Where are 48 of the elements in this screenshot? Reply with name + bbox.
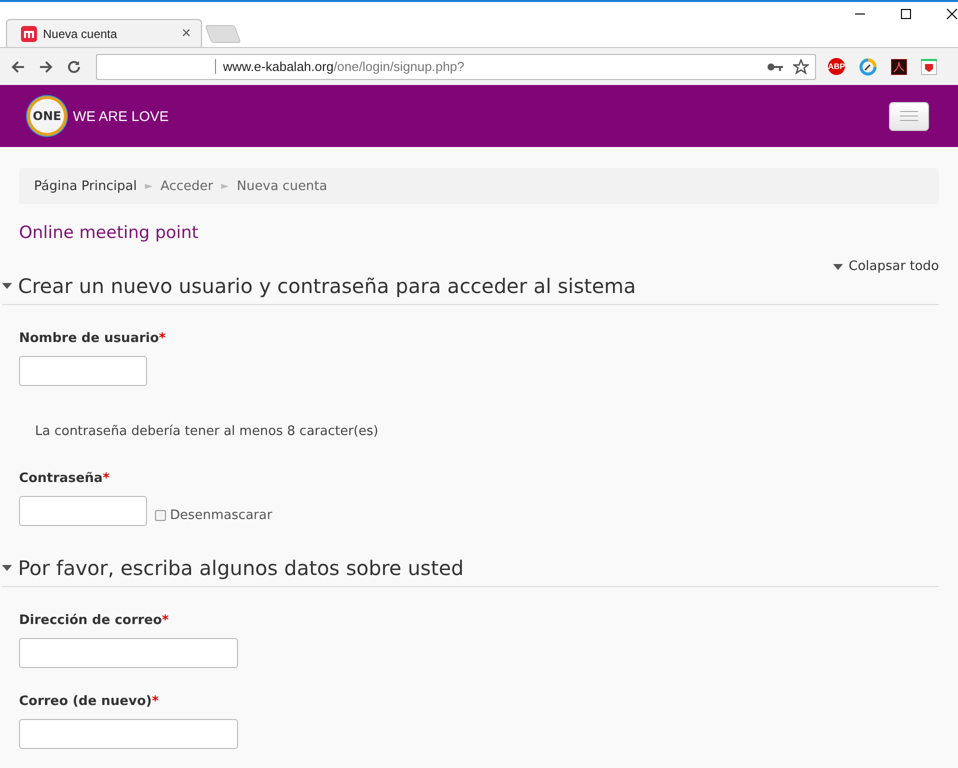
section-heading[interactable]: Crear un nuevo usuario y contraseña para acceder al sistema [18, 274, 636, 298]
site-name-link[interactable]: Online meeting point [19, 223, 939, 243]
address-bar[interactable]: www.e-kabalah.org/one/login/signup.php? [96, 54, 816, 80]
tab-title: Nueva cuenta [43, 26, 118, 40]
back-icon[interactable] [10, 58, 26, 74]
url-text: www.e-kabalah.org/one/login/signup.php? [215, 59, 767, 74]
breadcrumb-link[interactable]: Acceder [160, 178, 214, 194]
checkbox-label: Desenmascarar [170, 508, 272, 522]
caret-icon[interactable] [2, 565, 12, 571]
text-field[interactable] [19, 638, 238, 668]
password-hint: La contraseña debería tener al menos 8 caracter(es) [35, 423, 380, 439]
breadcrumb-separator: ► [144, 180, 154, 192]
logo-badge[interactable]: ONE [27, 96, 67, 136]
field-label: Correo (de nuevo)* [19, 694, 160, 709]
field-label: Nombre de usuario* [19, 331, 167, 346]
field-label: Dirección de correo* [19, 613, 170, 628]
menu-button[interactable] [889, 102, 929, 130]
reload-icon[interactable] [66, 58, 82, 74]
required-mark: * [162, 613, 169, 628]
site-tagline[interactable]: WE ARE LOVE [73, 108, 883, 124]
required-mark: * [102, 471, 110, 486]
pdf-extension-icon[interactable] [891, 58, 907, 74]
text-field[interactable] [19, 356, 147, 386]
gauge-extension-icon[interactable] [859, 58, 877, 76]
section-heading[interactable]: Por favor, escriba algunos datos sobre usted [18, 556, 464, 580]
star-icon[interactable] [793, 58, 809, 74]
maximize-icon[interactable] [900, 8, 912, 20]
collapse-all-link[interactable]: Colapsar todo [832, 259, 939, 274]
forward-icon[interactable] [38, 58, 54, 74]
required-mark: * [152, 694, 159, 709]
required-mark: * [158, 331, 166, 346]
key-icon[interactable] [767, 62, 783, 72]
favicon-icon [21, 26, 37, 42]
checkbox[interactable] [155, 510, 166, 520]
tab-close-button[interactable]: × [182, 24, 191, 42]
text-field[interactable] [19, 719, 238, 749]
browser-tab[interactable]: Nueva cuenta × [6, 19, 202, 47]
caret-icon[interactable] [2, 283, 12, 289]
breadcrumb-link[interactable]: Página Principal [34, 178, 137, 194]
adblock-extension-icon[interactable]: ABP [828, 58, 845, 75]
breadcrumb-link[interactable]: Nueva cuenta [236, 178, 328, 194]
password-field[interactable] [19, 496, 147, 526]
breadcrumb-separator: ► [220, 180, 230, 192]
field-label: Contraseña* [19, 471, 111, 486]
shield-extension-icon[interactable] [921, 58, 937, 74]
close-icon[interactable] [946, 8, 958, 20]
menu-icon [899, 110, 919, 122]
caret-icon [832, 264, 843, 270]
